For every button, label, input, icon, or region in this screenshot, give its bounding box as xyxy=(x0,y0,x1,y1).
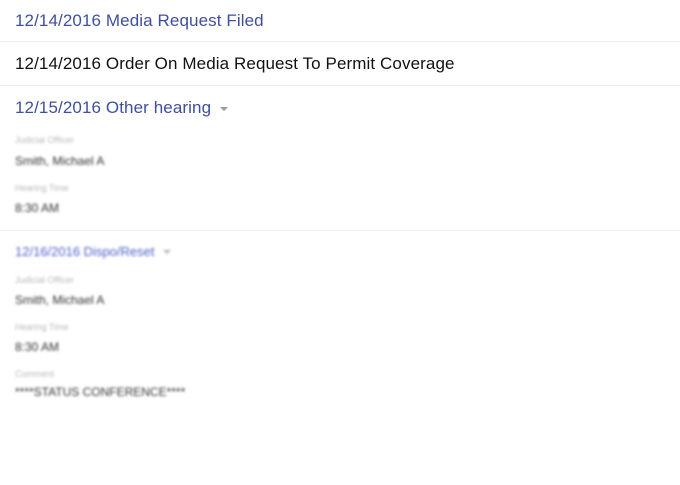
event-label[interactable]: 12/16/2016 Dispo/Reset xyxy=(15,244,154,259)
judicial-officer-value: Smith, Michael A xyxy=(15,293,105,307)
hearing-details: Judicial Officer Smith, Michael A Hearin… xyxy=(0,274,680,400)
judicial-officer-label: Judicial Officer xyxy=(15,135,74,145)
comment-label: Comment xyxy=(15,369,55,379)
event-label[interactable]: 12/14/2016 Media Request Filed xyxy=(15,11,264,31)
hearing-time-label: Hearing Time xyxy=(15,183,69,193)
chevron-down-icon[interactable] xyxy=(220,107,229,111)
event-label[interactable]: 12/15/2016 Other hearing xyxy=(15,98,211,118)
comment-value: ****STATUS CONFERENCE**** xyxy=(15,385,186,399)
event-dispo-reset[interactable]: 12/16/2016 Dispo/Reset xyxy=(0,231,680,271)
event-label: 12/14/2016 Order On Media Request To Per… xyxy=(15,53,455,73)
event-media-request-filed[interactable]: 12/14/2016 Media Request Filed xyxy=(0,0,680,42)
judicial-officer-value: Smith, Michael A xyxy=(15,154,105,168)
event-other-hearing[interactable]: 12/15/2016 Other hearing xyxy=(0,86,680,130)
chevron-down-icon[interactable] xyxy=(163,250,172,254)
hearing-time-value: 8:30 AM xyxy=(15,201,60,215)
hearing-time-value: 8:30 AM xyxy=(15,340,60,354)
event-order-on-media-request: 12/14/2016 Order On Media Request To Per… xyxy=(0,42,680,86)
judicial-officer-label: Judicial Officer xyxy=(15,275,74,285)
hearing-time-label: Hearing Time xyxy=(15,322,69,332)
hearing-details: Judicial Officer Smith, Michael A Hearin… xyxy=(0,130,680,216)
case-events-page: 12/14/2016 Media Request Filed 12/14/201… xyxy=(0,0,680,485)
